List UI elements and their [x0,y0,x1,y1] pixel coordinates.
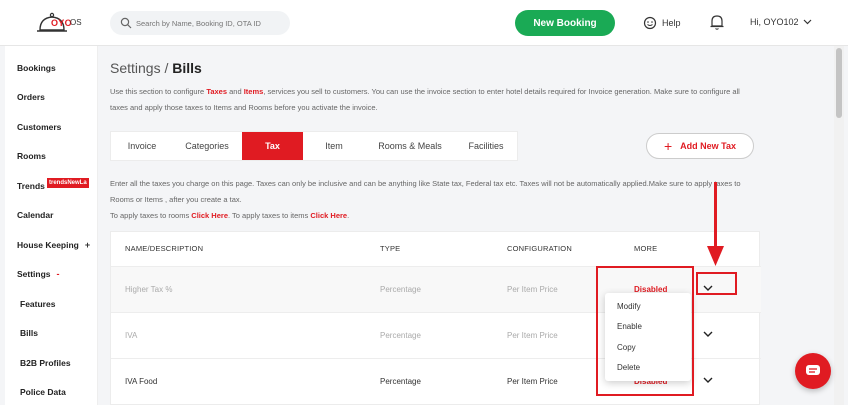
notification-bell-icon[interactable] [709,13,725,31]
chat-icon [806,365,820,375]
sidebar-item-bookings[interactable]: Bookings [17,63,56,73]
sidebar-item-features[interactable]: Features [20,299,55,309]
collapse-toggle[interactable]: - [57,269,60,279]
sidebar-item-calendar[interactable]: Calendar [17,210,53,220]
top-header: OYO OS New Booking Help Hi, OYO102 [0,0,848,46]
tab-item[interactable]: Item [303,132,365,160]
tax-config: Per Item Price [507,331,558,340]
sidebar-item-police-data[interactable]: Police Data [20,387,66,397]
tab-invoice[interactable]: Invoice [111,132,173,160]
sidebar-item-house-keeping[interactable]: House Keeping + [17,240,90,250]
page-title: Settings / Bills [110,60,202,76]
chevron-down-icon [803,19,811,25]
user-menu[interactable]: Hi, OYO102 [750,17,812,27]
sidebar-item-settings[interactable]: Settings - [17,269,60,279]
sidebar-item-trends[interactable]: Trends trendsNewLa [17,178,89,191]
tax-config: Per Item Price [507,377,558,386]
tab-facilities[interactable]: Facilities [455,132,517,160]
search-bar[interactable] [110,11,290,35]
arrow-down-icon [707,246,724,266]
chat-button[interactable] [795,353,831,389]
tax-config: Per Item Price [507,285,558,294]
search-input[interactable] [136,15,286,31]
tab-tax[interactable]: Tax [242,132,303,160]
search-icon [120,17,132,29]
expand-toggle[interactable]: + [85,240,90,250]
annotation-arrow-line [714,182,717,248]
highlight-box-chevron [696,272,737,295]
tab-categories[interactable]: Categories [173,132,241,160]
sidebar-item-customers[interactable]: Customers [17,122,61,132]
add-new-tax-label: Add New Tax [680,141,737,151]
tax-type: Percentage [380,285,421,294]
tab-rooms-meals[interactable]: Rooms & Meals [365,132,455,160]
bills-tabs: Invoice Categories Tax Item Rooms & Meal… [110,131,518,161]
help-icon [643,16,657,30]
tax-note: Enter all the taxes you charge on this p… [110,179,741,220]
user-label: Hi, OYO102 [750,17,799,27]
logo-sub: OS [70,18,82,27]
add-new-tax-button[interactable]: + Add New Tax [646,133,754,159]
column-header: CONFIGURATION [507,244,572,253]
highlight-box-menu [596,266,694,396]
chevron-down-icon[interactable] [701,373,715,387]
new-badge: trendsNewLa [47,178,89,188]
help-label: Help [662,18,681,28]
help-button[interactable]: Help [643,13,681,33]
new-booking-button[interactable]: New Booking [515,10,615,36]
column-header: NAME/DESCRIPTION [125,244,204,253]
intro-text: Use this section to configure Taxes and … [110,87,740,112]
plus-icon: + [663,138,673,154]
sidebar-item-bills[interactable]: Bills [20,328,38,338]
sidebar-item-rooms[interactable]: Rooms [17,151,46,161]
apply-rooms-link[interactable]: Click Here [191,211,228,220]
tax-name: IVA Food [125,377,158,386]
column-header: TYPE [380,244,401,253]
sidebar-item-b2b-profiles[interactable]: B2B Profiles [20,358,71,368]
chevron-down-icon[interactable] [701,327,715,341]
logo-text: OYO [51,18,72,28]
tax-name: IVA [125,331,138,340]
sidebar: Bookings Orders Customers Rooms Trends t… [5,46,98,405]
column-header: MORE [634,244,658,253]
scrollbar-thumb[interactable] [836,48,842,118]
tax-type: Percentage [380,377,421,386]
apply-items-link[interactable]: Click Here [310,211,347,220]
tax-name: Higher Tax % [125,285,173,294]
tax-type: Percentage [380,331,421,340]
sidebar-item-orders[interactable]: Orders [17,92,45,102]
oyo-logo[interactable]: OYO OS [34,8,86,38]
